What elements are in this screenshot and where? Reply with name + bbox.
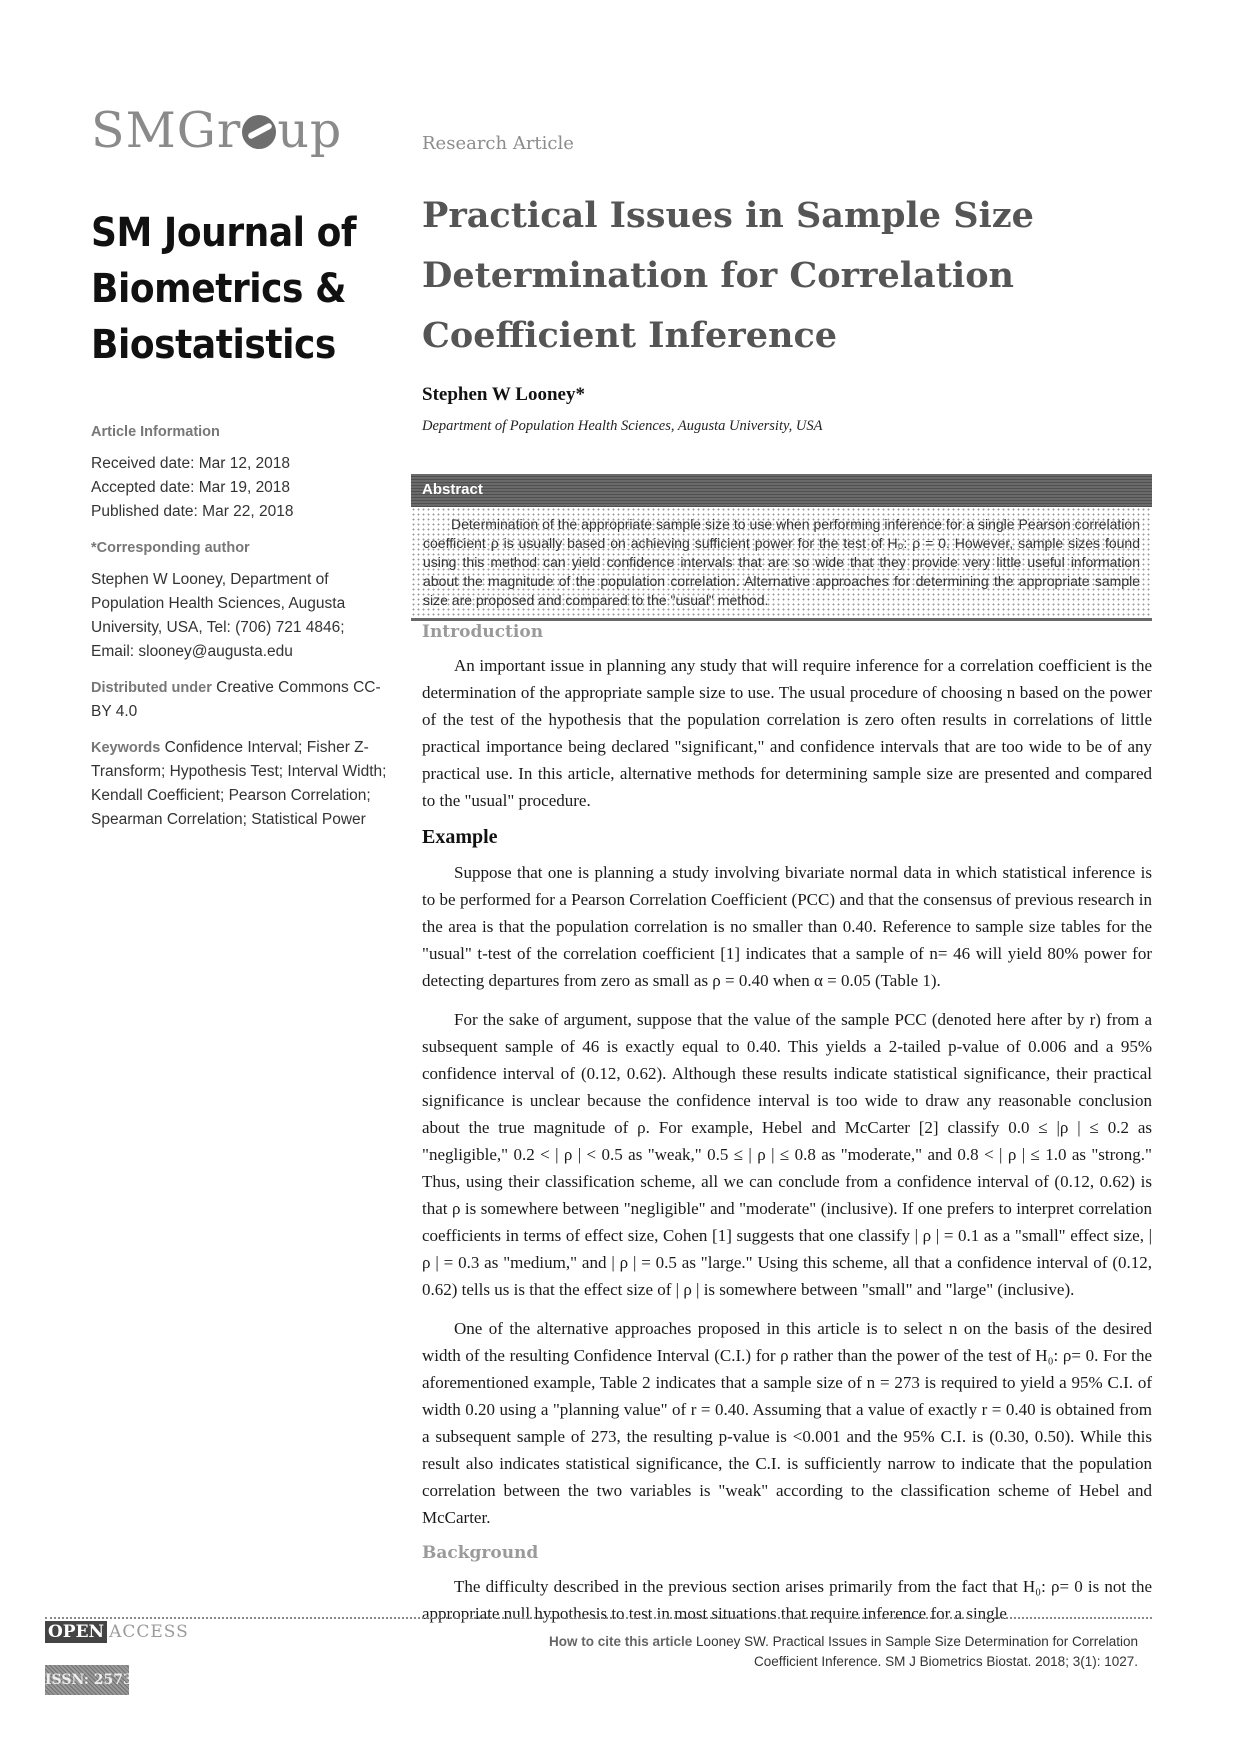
accepted-date: Accepted date: Mar 19, 2018 [91,479,291,496]
citation: How to cite this article Looney SW. Prac… [518,1632,1138,1672]
citation-label: How to cite this article [549,1634,693,1649]
abstract-box: Abstract Determination of the appropriat… [411,474,1152,621]
publisher-logo: SMGr up [91,106,342,155]
introduction-paragraph: An important issue in planning any study… [422,656,1152,810]
background-heading: Background [422,1543,539,1563]
published-date: Published date: Mar 22, 2018 [91,503,294,520]
received-date: Received date: Mar 12, 2018 [91,455,291,472]
abstract-text: Determination of the appropriate sample … [411,507,1152,621]
globe-icon [242,115,277,149]
keywords: Keywords Confidence Interval; Fisher Z-T… [91,736,391,832]
logo-text-left: SMGr [91,102,242,159]
license-label: Distributed under [91,680,212,696]
open-access-badge: OPEN ACCESS [45,1621,189,1643]
article-title: Practical Issues in Sample Size Determin… [422,195,1034,356]
abstract-heading: Abstract [411,474,1152,507]
example-heading: Example [422,826,498,848]
logo-text-right: up [277,102,343,159]
license: Distributed under Creative Commons CC-BY… [91,676,391,724]
introduction-heading: Introduction [422,622,544,642]
article-dates: Received date: Mar 12, 2018 Accepted dat… [91,452,391,524]
issn-badge: ISSN: 2573-5170 [45,1665,129,1695]
author-affiliation: Department of Population Health Sciences… [422,418,823,434]
keywords-label: Keywords [91,740,161,756]
example-paragraph-3: One of the alternative approaches propos… [422,1319,1152,1527]
footer-divider [45,1617,1152,1619]
citation-text: Looney SW. Practical Issues in Sample Si… [696,1634,1138,1669]
access-label: ACCESS [109,1622,189,1642]
open-label: OPEN [45,1621,108,1643]
article-body: Introduction An important issue in plann… [422,622,1152,1639]
journal-name: SM Journal of Biometrics & Biostatistics [91,210,357,368]
article-info-heading: Article Information [91,424,220,440]
corresponding-author-text: Stephen W Looney, Department of Populati… [91,571,346,660]
example-paragraph-1: Suppose that one is planning a study inv… [422,863,1152,990]
author-name: Stephen W Looney* [422,384,585,405]
article-type: Research Article [422,133,574,154]
example-paragraph-2: For the sake of argument, suppose that t… [422,1010,1152,1299]
corresponding-author-label: *Corresponding author [91,540,250,556]
article-information: Article Information Received date: Mar 1… [91,420,391,844]
